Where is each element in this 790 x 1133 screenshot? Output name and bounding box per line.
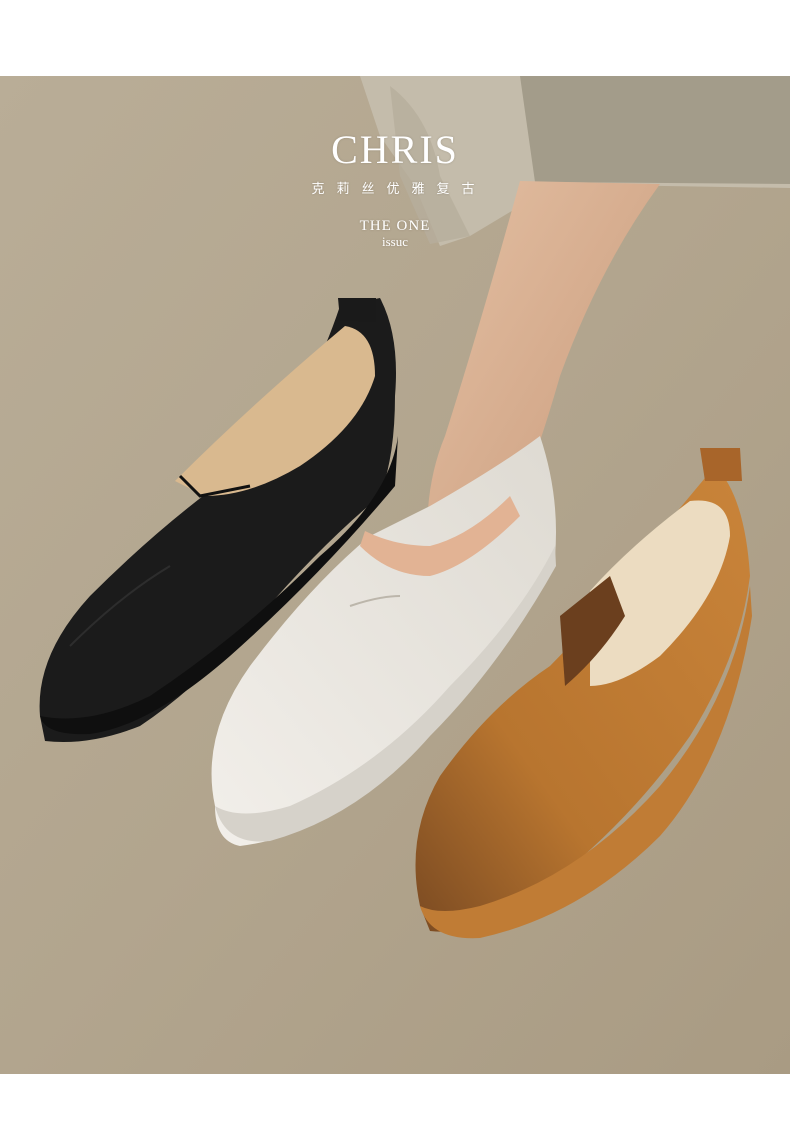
issue-title: THE ONE — [359, 218, 431, 234]
brand-header: CHRIS 克莉丝优雅复古 — [270, 127, 520, 198]
issue-label: THE ONE issuc — [330, 218, 460, 248]
brand-name: CHRIS — [331, 127, 459, 172]
issue-subtitle: issuc — [382, 234, 408, 249]
brand-tagline: 克莉丝优雅复古 — [311, 182, 487, 197]
